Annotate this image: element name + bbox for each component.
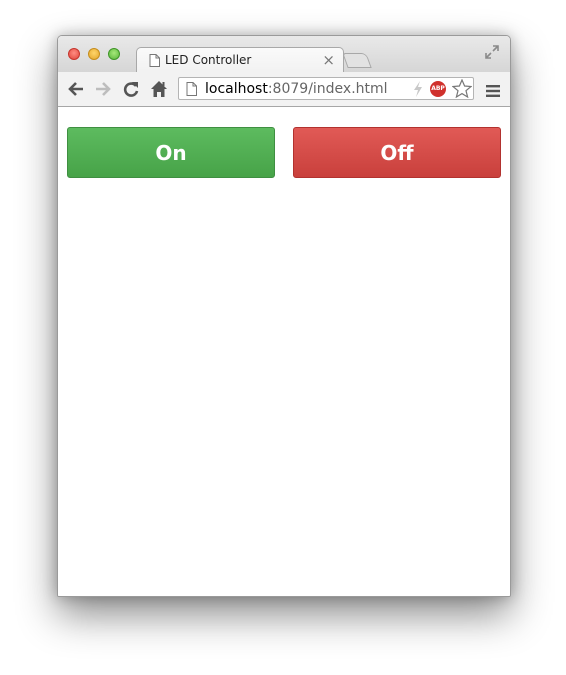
home-icon[interactable] — [150, 80, 168, 103]
close-window-button[interactable] — [68, 48, 80, 60]
star-icon[interactable] — [451, 78, 473, 103]
browser-window: LED Controller × localhost:8079/index.ht… — [57, 35, 511, 597]
new-tab-button[interactable] — [342, 53, 372, 68]
browser-toolbar: localhost:8079/index.html ABP — [58, 72, 510, 107]
tab-close-icon[interactable]: × — [322, 51, 335, 69]
bolt-icon[interactable] — [413, 81, 423, 102]
reload-icon[interactable] — [122, 80, 140, 103]
page-icon — [186, 82, 197, 101]
address-bar[interactable]: localhost:8079/index.html ABP — [178, 77, 474, 100]
title-bar: LED Controller × — [58, 36, 510, 74]
page-content: On Off — [58, 107, 510, 596]
tab-led-controller[interactable]: LED Controller × — [136, 47, 344, 74]
url-host: localhost — [205, 81, 268, 97]
url-path: :8079/index.html — [267, 81, 388, 97]
minimize-window-button[interactable] — [88, 48, 100, 60]
url-text: localhost:8079/index.html — [205, 81, 388, 97]
tab-title: LED Controller — [165, 53, 252, 67]
menu-icon[interactable] — [486, 84, 500, 102]
on-button[interactable]: On — [67, 127, 275, 178]
page-icon — [149, 54, 160, 72]
abp-icon[interactable]: ABP — [430, 81, 446, 97]
fullscreen-icon[interactable] — [484, 44, 500, 65]
zoom-window-button[interactable] — [108, 48, 120, 60]
back-icon[interactable] — [67, 80, 85, 103]
off-button[interactable]: Off — [293, 127, 501, 178]
forward-icon[interactable] — [94, 80, 112, 103]
